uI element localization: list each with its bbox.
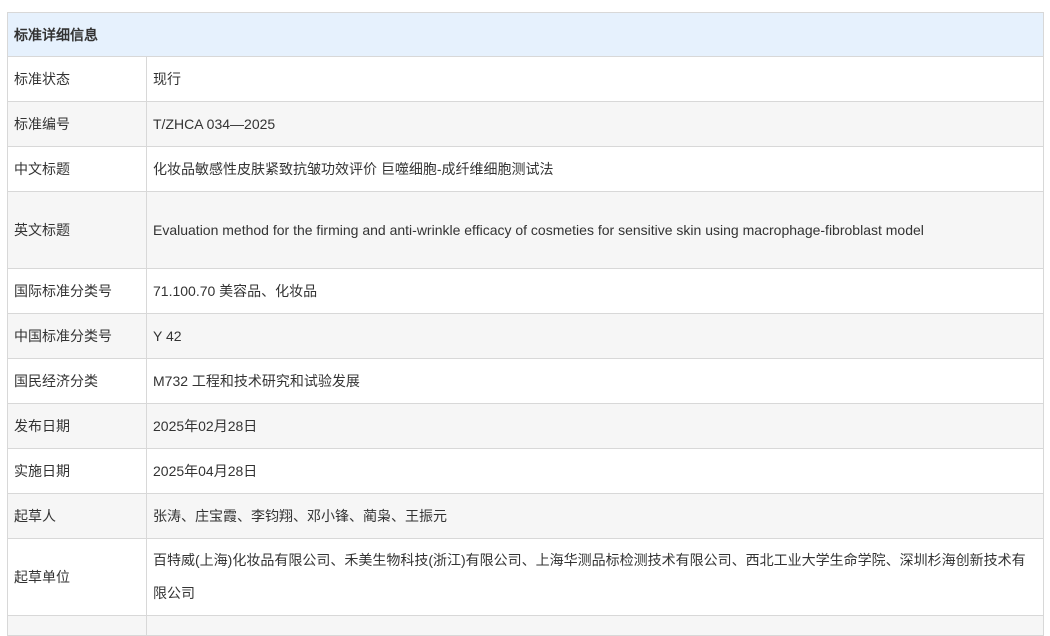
table-row-chinese-title: 中文标题 化妆品敏感性皮肤紧致抗皱功效评价 巨噬细胞-成纤维细胞测试法 <box>7 146 1044 192</box>
table-row-status: 标准状态 现行 <box>7 56 1044 102</box>
standard-detail-table: 标准详细信息 标准状态 现行 标准编号 T/ZHCA 034—2025 中文标题… <box>7 12 1044 636</box>
table-row-publish-date: 发布日期 2025年02月28日 <box>7 403 1044 449</box>
row-label: 起草人 <box>7 493 147 539</box>
row-label: 国民经济分类 <box>7 358 147 404</box>
table-row-partial <box>7 615 1044 636</box>
row-value: M732 工程和技术研究和试验发展 <box>146 358 1044 404</box>
row-value: 化妆品敏感性皮肤紧致抗皱功效评价 巨噬细胞-成纤维细胞测试法 <box>146 146 1044 192</box>
table-row-ccs: 中国标准分类号 Y 42 <box>7 313 1044 359</box>
standard-detail-panel: 标准详细信息 标准状态 现行 标准编号 T/ZHCA 034—2025 中文标题… <box>7 12 1044 636</box>
row-value: 张涛、庄宝霞、李钧翔、邓小锋、蔺枭、王振元 <box>146 493 1044 539</box>
row-value-empty <box>146 615 1044 636</box>
table-row-english-title: 英文标题 Evaluation method for the firming a… <box>7 191 1044 269</box>
row-value: T/ZHCA 034—2025 <box>146 101 1044 147</box>
row-label-empty <box>7 615 147 636</box>
row-value: Y 42 <box>146 313 1044 359</box>
table-row-ics: 国际标准分类号 71.100.70 美容品、化妆品 <box>7 268 1044 314</box>
row-value: 2025年04月28日 <box>146 448 1044 494</box>
row-label: 英文标题 <box>7 191 147 269</box>
table-row-drafting-units: 起草单位 百特威(上海)化妆品有限公司、禾美生物科技(浙江)有限公司、上海华测品… <box>7 538 1044 616</box>
table-row-drafters: 起草人 张涛、庄宝霞、李钧翔、邓小锋、蔺枭、王振元 <box>7 493 1044 539</box>
row-label: 起草单位 <box>7 538 147 616</box>
row-label: 实施日期 <box>7 448 147 494</box>
row-label: 中文标题 <box>7 146 147 192</box>
row-label: 标准编号 <box>7 101 147 147</box>
row-label: 中国标准分类号 <box>7 313 147 359</box>
row-value: 现行 <box>146 56 1044 102</box>
table-row-number: 标准编号 T/ZHCA 034—2025 <box>7 101 1044 147</box>
row-label: 发布日期 <box>7 403 147 449</box>
table-row-implement-date: 实施日期 2025年04月28日 <box>7 448 1044 494</box>
row-value: 2025年02月28日 <box>146 403 1044 449</box>
table-row-economy-class: 国民经济分类 M732 工程和技术研究和试验发展 <box>7 358 1044 404</box>
row-value: 百特威(上海)化妆品有限公司、禾美生物科技(浙江)有限公司、上海华测品标检测技术… <box>146 538 1044 616</box>
row-label: 国际标准分类号 <box>7 268 147 314</box>
row-value: 71.100.70 美容品、化妆品 <box>146 268 1044 314</box>
row-value: Evaluation method for the firming and an… <box>146 191 1044 269</box>
row-label: 标准状态 <box>7 56 147 102</box>
table-header: 标准详细信息 <box>7 12 1044 57</box>
